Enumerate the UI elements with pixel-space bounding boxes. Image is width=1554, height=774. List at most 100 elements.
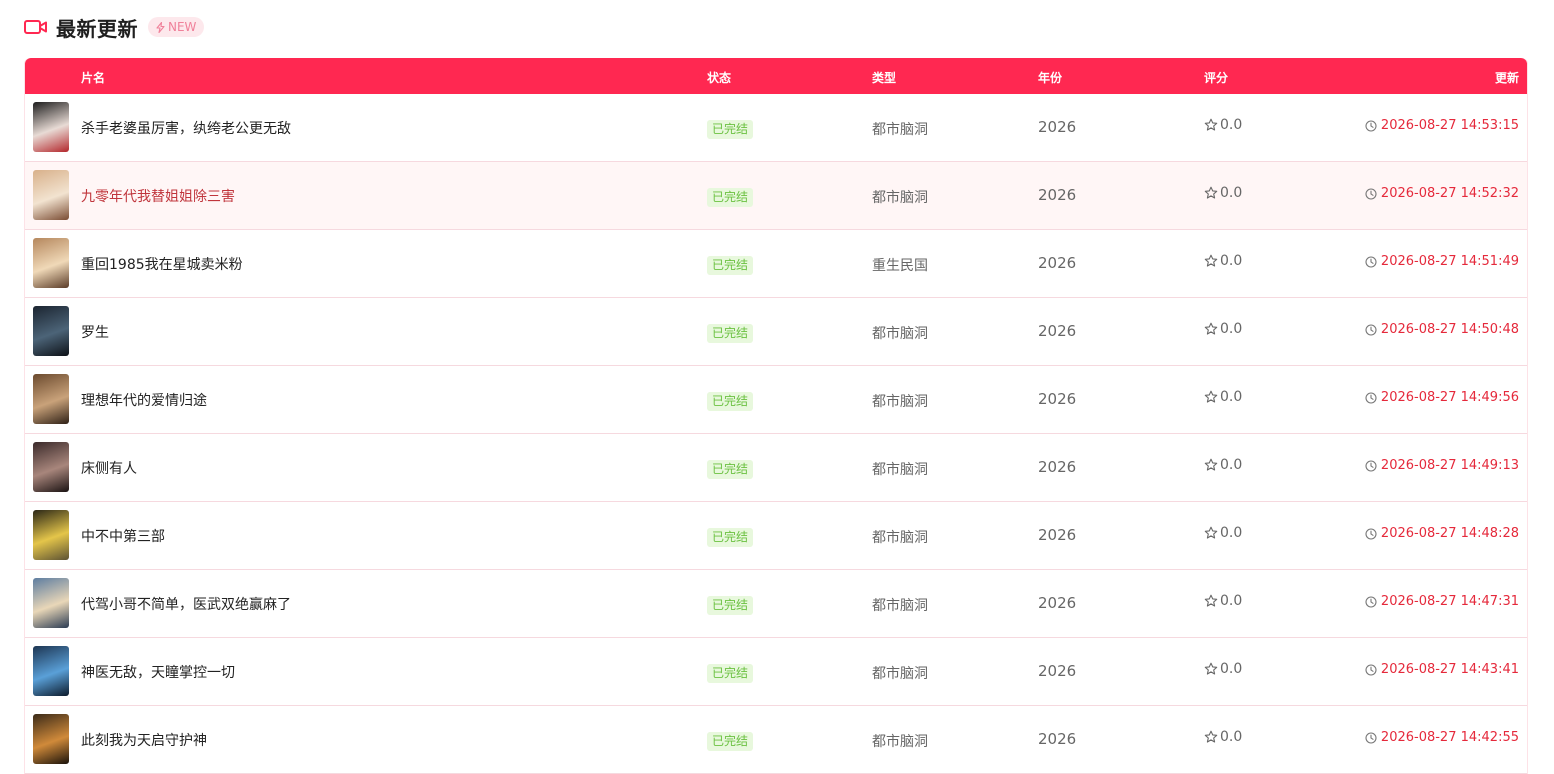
update-time-value: 2026-08-27 14:50:48 <box>1380 322 1519 337</box>
rating: 0.0 <box>1204 525 1242 541</box>
rating-value: 0.0 <box>1220 389 1243 405</box>
genre-label: 重生民国 <box>872 258 928 274</box>
update-time-value: 2026-08-27 14:42:55 <box>1380 730 1519 745</box>
rating-value: 0.0 <box>1220 117 1243 133</box>
update-time: 2026-08-27 14:50:48 <box>1365 322 1519 337</box>
update-time: 2026-08-27 14:42:55 <box>1365 730 1519 745</box>
star-icon <box>1204 390 1218 403</box>
rating: 0.0 <box>1204 729 1242 745</box>
title-link[interactable]: 杀手老婆虽厉害，纨绔老公更无敌 <box>81 118 291 138</box>
update-time-value: 2026-08-27 14:43:41 <box>1380 662 1519 677</box>
update-time: 2026-08-27 14:43:41 <box>1365 662 1519 677</box>
column-header-updated[interactable]: 更新 <box>1495 69 1519 86</box>
update-time-value: 2026-08-27 14:51:49 <box>1380 254 1519 269</box>
star-icon <box>1204 730 1218 743</box>
title-link[interactable]: 此刻我为天启守护神 <box>81 730 207 750</box>
update-time-value: 2026-08-27 14:52:32 <box>1380 186 1519 201</box>
genre-label: 都市脑洞 <box>872 122 928 138</box>
status-badge: 已完结 <box>707 324 754 343</box>
table-row[interactable]: 九零年代我替姐姐除三害 已完结 都市脑洞 2026 0.0 2026-08-27… <box>25 162 1527 230</box>
status-badge: 已完结 <box>707 256 754 275</box>
rating-value: 0.0 <box>1220 185 1243 201</box>
poster-thumbnail[interactable] <box>33 578 69 628</box>
table-row[interactable]: 罗生 已完结 都市脑洞 2026 0.0 2026-08-27 14:50:48 <box>25 298 1527 366</box>
update-time: 2026-08-27 14:51:49 <box>1365 254 1519 269</box>
status-badge: 已完结 <box>707 460 754 479</box>
clock-icon <box>1365 255 1377 268</box>
genre-label: 都市脑洞 <box>872 326 928 342</box>
rating: 0.0 <box>1204 457 1242 473</box>
poster-thumbnail[interactable] <box>33 238 69 288</box>
title-link[interactable]: 中不中第三部 <box>81 526 165 546</box>
column-header-year[interactable]: 年份 <box>1038 69 1062 86</box>
genre-label: 都市脑洞 <box>872 462 928 478</box>
clock-icon <box>1365 187 1377 200</box>
column-header-genre[interactable]: 类型 <box>872 69 896 86</box>
poster-thumbnail[interactable] <box>33 374 69 424</box>
table-row[interactable]: 此刻我为天启守护神 已完结 都市脑洞 2026 0.0 2026-08-27 1… <box>25 706 1527 774</box>
new-badge: NEW <box>148 17 205 37</box>
rating: 0.0 <box>1204 389 1242 405</box>
rating: 0.0 <box>1204 185 1242 201</box>
status-badge: 已完结 <box>707 528 754 547</box>
star-icon <box>1204 186 1218 199</box>
table-row[interactable]: 理想年代的爱情归途 已完结 都市脑洞 2026 0.0 2026-08-27 1… <box>25 366 1527 434</box>
table-row[interactable]: 代驾小哥不简单，医武双绝赢麻了 已完结 都市脑洞 2026 0.0 2026-0… <box>25 570 1527 638</box>
section-header: 最新更新 NEW <box>24 13 205 41</box>
title-link[interactable]: 九零年代我替姐姐除三害 <box>81 186 235 206</box>
update-time: 2026-08-27 14:53:15 <box>1365 118 1519 133</box>
genre-label: 都市脑洞 <box>872 666 928 682</box>
genre-label: 都市脑洞 <box>872 530 928 546</box>
year-label: 2026 <box>1038 458 1077 476</box>
poster-thumbnail[interactable] <box>33 510 69 560</box>
status-badge: 已完结 <box>707 732 754 751</box>
table-row[interactable]: 床侧有人 已完结 都市脑洞 2026 0.0 2026-08-27 14:49:… <box>25 434 1527 502</box>
table-row[interactable]: 神医无敌，天瞳掌控一切 已完结 都市脑洞 2026 0.0 2026-08-27… <box>25 638 1527 706</box>
title-link[interactable]: 床侧有人 <box>81 458 137 478</box>
clock-icon <box>1365 527 1377 540</box>
title-link[interactable]: 重回1985我在星城卖米粉 <box>81 254 243 274</box>
clock-icon <box>1365 391 1377 404</box>
title-link[interactable]: 神医无敌，天瞳掌控一切 <box>81 662 235 682</box>
column-header-status[interactable]: 状态 <box>707 69 731 86</box>
table-row[interactable]: 中不中第三部 已完结 都市脑洞 2026 0.0 2026-08-27 14:4… <box>25 502 1527 570</box>
star-icon <box>1204 458 1218 471</box>
title-link[interactable]: 理想年代的爱情归途 <box>81 390 207 410</box>
poster-thumbnail[interactable] <box>33 170 69 220</box>
update-time: 2026-08-27 14:49:56 <box>1365 390 1519 405</box>
poster-thumbnail[interactable] <box>33 102 69 152</box>
column-header-rating[interactable]: 评分 <box>1204 69 1228 86</box>
year-label: 2026 <box>1038 186 1077 204</box>
new-badge-label: NEW <box>168 20 197 34</box>
section-title: 最新更新 <box>56 16 138 41</box>
table-row[interactable]: 杀手老婆虽厉害，纨绔老公更无敌 已完结 都市脑洞 2026 0.0 2026-0… <box>25 94 1527 162</box>
genre-label: 都市脑洞 <box>872 394 928 410</box>
genre-label: 都市脑洞 <box>872 190 928 206</box>
rating: 0.0 <box>1204 117 1242 133</box>
year-label: 2026 <box>1038 118 1077 136</box>
rating-value: 0.0 <box>1220 321 1243 337</box>
star-icon <box>1204 118 1218 131</box>
table-row[interactable]: 重回1985我在星城卖米粉 已完结 重生民国 2026 0.0 2026-08-… <box>25 230 1527 298</box>
poster-thumbnail[interactable] <box>33 714 69 764</box>
year-label: 2026 <box>1038 254 1077 272</box>
update-time-value: 2026-08-27 14:47:31 <box>1380 594 1519 609</box>
poster-thumbnail[interactable] <box>33 306 69 356</box>
rating-value: 0.0 <box>1220 457 1243 473</box>
poster-thumbnail[interactable] <box>33 442 69 492</box>
update-time-value: 2026-08-27 14:49:13 <box>1380 458 1519 473</box>
update-time: 2026-08-27 14:52:32 <box>1365 186 1519 201</box>
update-time: 2026-08-27 14:49:13 <box>1365 458 1519 473</box>
column-header-name[interactable]: 片名 <box>81 69 105 86</box>
latest-updates-table: 片名 状态 类型 年份 评分 更新 杀手老婆虽厉害，纨绔老公更无敌 已完结 都市… <box>24 58 1528 774</box>
status-badge: 已完结 <box>707 188 754 207</box>
title-link[interactable]: 代驾小哥不简单，医武双绝赢麻了 <box>81 594 291 614</box>
status-badge: 已完结 <box>707 664 754 683</box>
update-time-value: 2026-08-27 14:53:15 <box>1380 118 1519 133</box>
year-label: 2026 <box>1038 730 1077 748</box>
update-time: 2026-08-27 14:47:31 <box>1365 594 1519 609</box>
rating: 0.0 <box>1204 321 1242 337</box>
clock-icon <box>1365 459 1377 472</box>
poster-thumbnail[interactable] <box>33 646 69 696</box>
title-link[interactable]: 罗生 <box>81 322 109 342</box>
